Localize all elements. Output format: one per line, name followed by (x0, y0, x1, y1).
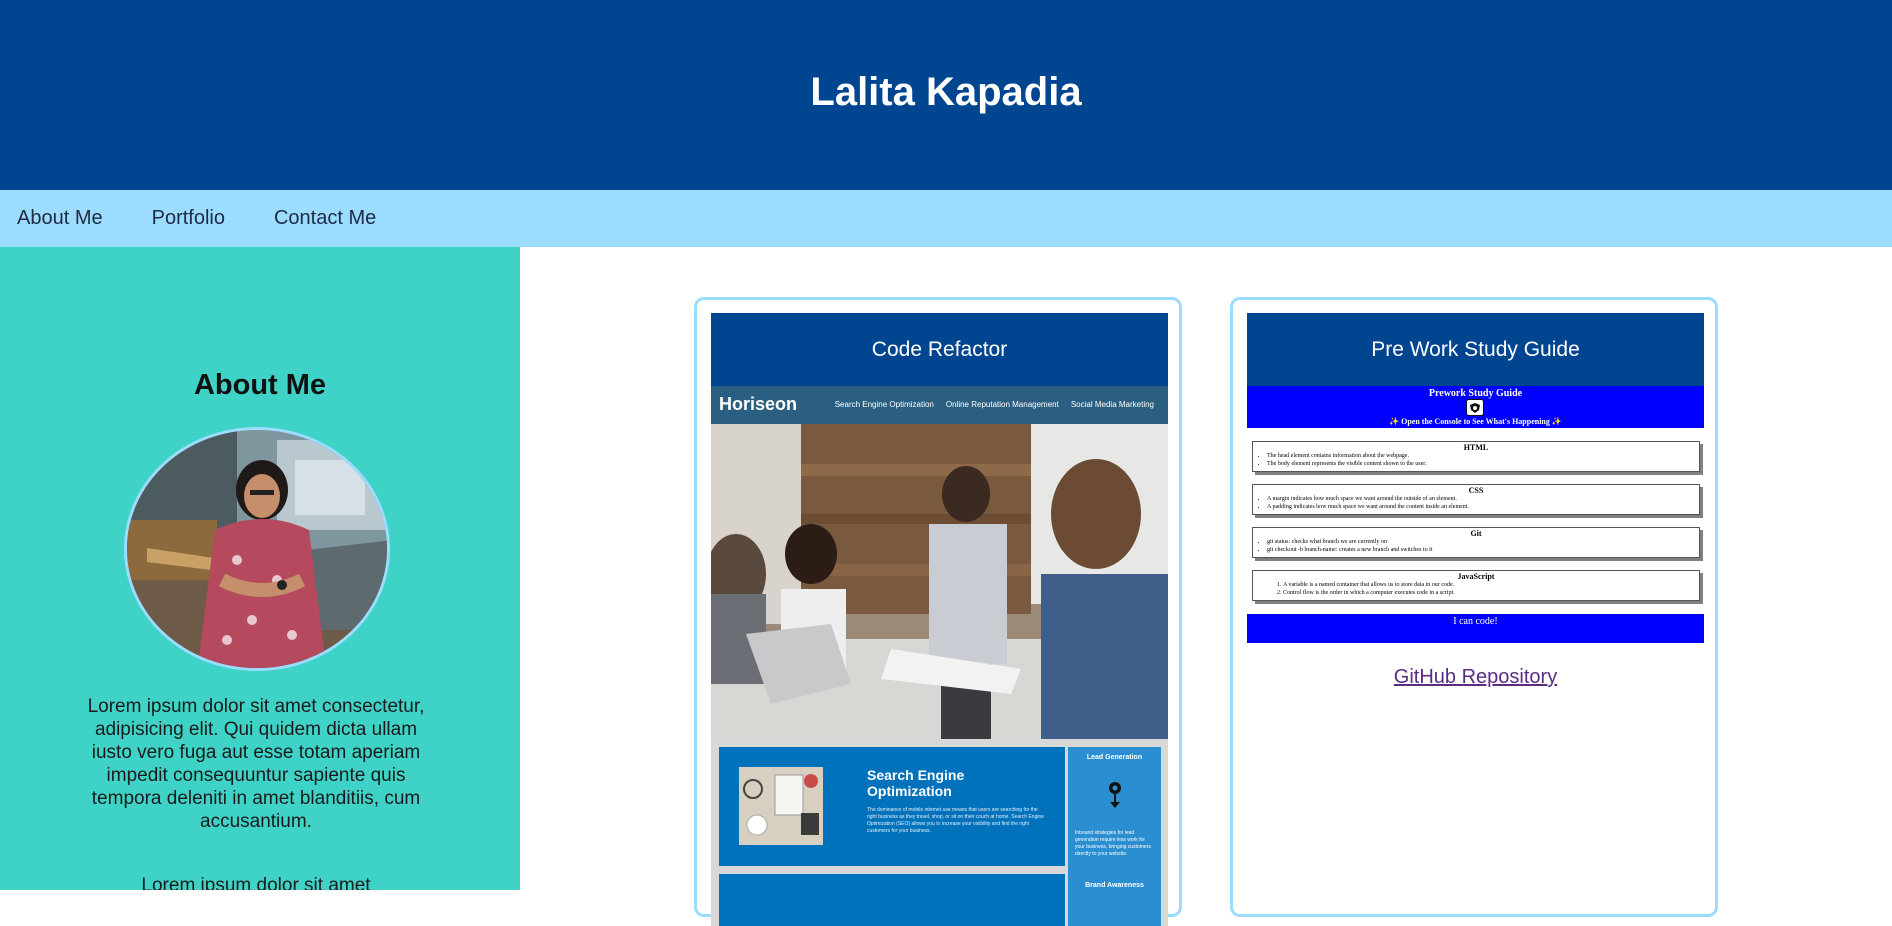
preview-nav-link: Online Reputation Management (945, 400, 1059, 409)
project-screenshot-horiseon[interactable]: Horiseon Search Engine Optimization Onli… (711, 386, 1168, 926)
hero-image-illustration (711, 424, 1168, 739)
preview-navbar: Horiseon Search Engine Optimization Onli… (711, 386, 1168, 424)
preview-seo-heading: Search Engine Optimization (867, 767, 965, 799)
preview-seo-image (739, 767, 823, 845)
guide-section-title: HTML (1463, 443, 1489, 452)
shield-icon (1470, 402, 1480, 413)
guide-badge-icon (1466, 399, 1484, 416)
guide-header: Prework Study Guide ✨ Open the Console t… (1247, 386, 1704, 428)
guide-subheading: ✨ Open the Console to See What's Happeni… (1389, 417, 1562, 426)
project-card-code-refactor: Code Refactor Horiseon Search Engine Opt… (694, 297, 1182, 926)
lead-generation-icon (1109, 782, 1121, 808)
project-title: Pre Work Study Guide (1247, 313, 1704, 386)
preview-side-text: Inbound strategies for lead generation r… (1075, 830, 1151, 857)
guide-section-javascript: JavaScript A variable is a named contain… (1252, 570, 1700, 601)
profile-photo (124, 427, 390, 671)
profile-photo-illustration (127, 430, 387, 668)
guide-footer: I can code! (1247, 614, 1704, 643)
preview-logo: Horiseon (719, 394, 798, 414)
guide-section-title: CSS (1468, 486, 1484, 495)
preview-next-section (719, 874, 1065, 926)
project-title: Code Refactor (711, 313, 1168, 386)
guide-heading: Prework Study Guide (1428, 388, 1523, 399)
github-repository-link[interactable]: GitHub Repository (1247, 666, 1704, 689)
about-sidebar: About Me Lorem ipsum dolor sit amet cons… (0, 247, 520, 890)
preview-hero-image (711, 424, 1168, 739)
preview-seo-text: The dominance of mobile internet use mea… (867, 807, 1045, 834)
preview-side-title-2: Brand Awareness (1085, 882, 1144, 889)
guide-item: A padding indicates how much space we wa… (1267, 503, 1699, 511)
guide-section-title: JavaScript (1457, 572, 1495, 581)
about-heading: About Me (193, 369, 327, 401)
preview-sidebar: Lead Generation Inbound strategies for l… (1068, 747, 1161, 926)
guide-section-css: CSS A margin indicates how much space we… (1252, 484, 1700, 515)
seo-image-illustration (739, 767, 823, 845)
nav-link-contact-me[interactable]: Contact Me (274, 207, 376, 230)
site-header: Lalita Kapadia (0, 0, 1892, 190)
project-card-pre-work-study-guide: Pre Work Study Guide Prework Study Guide… (1230, 297, 1718, 917)
guide-item: git checkout -b branch-name: creates a n… (1267, 546, 1699, 554)
nav-link-portfolio[interactable]: Portfolio (152, 207, 225, 230)
preview-nav-link: Search Engine Optimization (834, 400, 934, 409)
preview-side-title: Lead Generation (1086, 754, 1143, 761)
preview-nav-link: Social Media Marketing (1070, 400, 1154, 409)
about-paragraph-2: Lorem ipsum dolor sit amet (141, 875, 371, 890)
preview-nav-links: Search Engine Optimization Online Reputa… (835, 400, 1154, 409)
project-screenshot-study-guide[interactable]: Prework Study Guide ✨ Open the Console t… (1247, 386, 1704, 643)
site-title: Lalita Kapadia (810, 69, 1082, 114)
main-nav: About Me Portfolio Contact Me (0, 190, 1892, 247)
guide-section-html: HTML The head element contains informati… (1252, 441, 1700, 472)
guide-section-title: Git (1470, 529, 1482, 538)
guide-item: The body element represents the visible … (1267, 460, 1699, 468)
nav-link-about-me[interactable]: About Me (17, 207, 103, 230)
guide-item: The head element contains information ab… (1267, 452, 1699, 460)
guide-section-git: Git git status: checks what branch we ar… (1252, 527, 1700, 558)
preview-seo-section: Search Engine Optimization The dominance… (719, 747, 1065, 866)
guide-item: Control flow is the order in which a com… (1283, 589, 1699, 597)
guide-item: A margin indicates how much space we wan… (1267, 495, 1699, 503)
guide-item: A variable is a named container that all… (1283, 581, 1699, 589)
about-paragraph-1: Lorem ipsum dolor sit amet consectetur, … (87, 696, 425, 832)
guide-item: git status: checks what branch we are cu… (1267, 538, 1699, 546)
